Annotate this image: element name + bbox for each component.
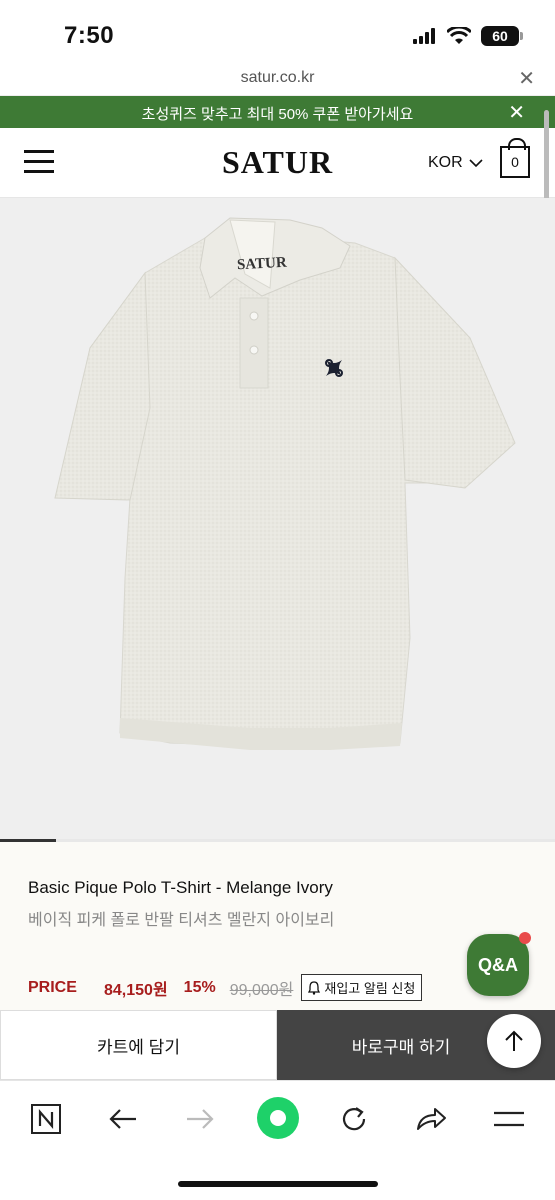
polo-shirt-image	[54, 217, 516, 750]
home-indicator	[178, 1181, 378, 1187]
cart-count: 0	[511, 154, 519, 170]
url-text[interactable]: satur.co.kr	[0, 69, 555, 87]
promo-banner[interactable]: 초성퀴즈 맞추고 최대 50% 쿠폰 받아가세요 ✕	[0, 96, 555, 128]
language-label: KOR	[428, 154, 463, 171]
promo-text[interactable]: 초성퀴즈 맞추고 최대 50% 쿠폰 받아가세요	[0, 103, 555, 124]
promo-close-icon[interactable]: ✕	[508, 100, 525, 125]
language-selector[interactable]: KOR	[428, 154, 483, 172]
bell-icon	[308, 980, 321, 995]
naver-home-icon[interactable]	[24, 1101, 68, 1137]
discount-rate: 15%	[183, 978, 216, 996]
qa-button[interactable]: Q&A	[467, 932, 531, 996]
back-arrow-icon[interactable]	[101, 1101, 145, 1137]
share-icon[interactable]	[409, 1101, 453, 1137]
status-bar: 7:50 60	[0, 0, 555, 62]
sale-price: 84,150원	[104, 981, 168, 999]
status-icons: 60	[413, 26, 523, 46]
product-name-en: Basic Pique Polo T-Shirt - Melange Ivory	[28, 878, 333, 897]
scroll-top-button[interactable]	[487, 1014, 541, 1068]
restock-alert-button[interactable]: 재입고 알림 신청	[301, 974, 423, 1001]
qa-label: Q&A	[478, 954, 518, 975]
original-price: 99,000원	[229, 981, 294, 999]
add-to-cart-button[interactable]: 카트에 담기	[0, 1010, 277, 1080]
menu-icon[interactable]	[487, 1101, 531, 1137]
forward-arrow-icon[interactable]	[178, 1101, 222, 1137]
status-time: 7:50	[64, 22, 115, 49]
url-bar[interactable]: satur.co.kr ✕	[0, 62, 555, 96]
close-icon[interactable]: ✕	[518, 66, 535, 91]
restock-alert-label: 재입고 알림 신청	[324, 981, 416, 996]
battery-icon: 60	[481, 26, 523, 46]
cart-icon[interactable]: 0	[500, 138, 530, 178]
wifi-icon	[447, 27, 471, 44]
product-name-ko: 베이직 피케 폴로 반팔 티셔츠 멜란지 아이보리	[28, 912, 335, 929]
green-circle-icon[interactable]	[255, 1095, 301, 1141]
chevron-down-icon	[469, 159, 483, 168]
signal-icon	[413, 28, 435, 44]
neck-label: SATUR	[236, 254, 288, 274]
site-header: SATUR KOR 0	[0, 128, 555, 198]
price-row: PRICE 84,150원 15% 99,000원 재입고 알림 신청	[28, 974, 423, 1001]
refresh-icon[interactable]	[332, 1101, 376, 1137]
notification-dot	[519, 932, 531, 944]
arrow-up-icon	[505, 1030, 523, 1051]
product-image[interactable]: SATUR	[0, 198, 555, 840]
price-label: PRICE	[28, 978, 77, 996]
